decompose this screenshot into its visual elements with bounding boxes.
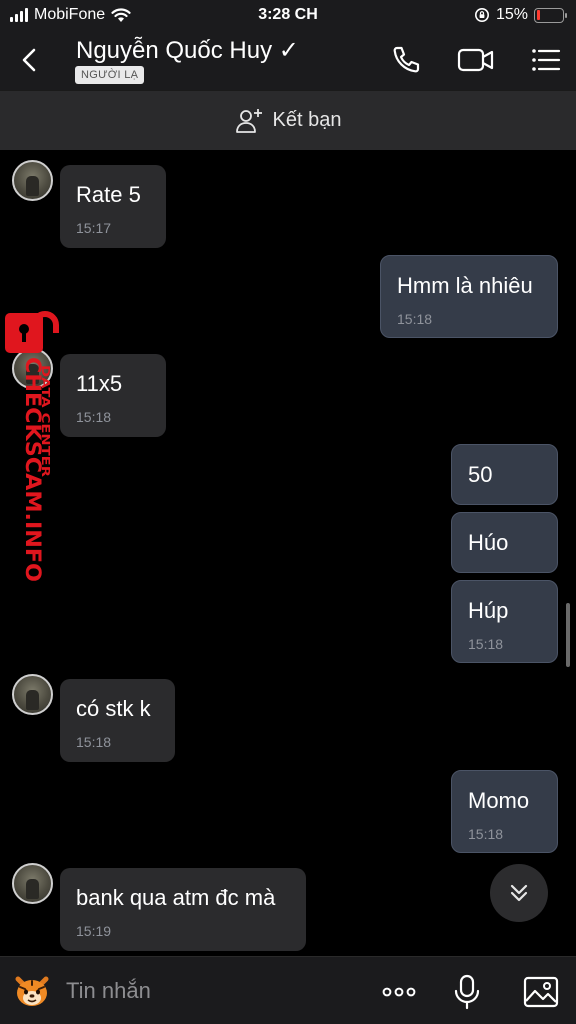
message-text: Hmm là nhiêu bbox=[397, 273, 533, 298]
more-icon[interactable] bbox=[380, 973, 418, 1011]
message-bubble-incoming[interactable]: có stk k 15:18 bbox=[60, 679, 175, 762]
contact-avatar[interactable] bbox=[12, 863, 53, 904]
message-time: 15:19 bbox=[76, 923, 112, 939]
message-bubble-incoming[interactable]: Rate 5 15:17 bbox=[60, 165, 166, 248]
add-friend-icon bbox=[235, 108, 262, 133]
status-right: 15% bbox=[474, 6, 567, 24]
battery-level bbox=[536, 10, 541, 20]
double-chevron-down-icon bbox=[510, 884, 528, 902]
message-bubble-outgoing[interactable]: Húo bbox=[451, 512, 558, 573]
add-friend-button[interactable]: Kết bạn bbox=[0, 90, 576, 150]
contact-avatar[interactable] bbox=[12, 160, 53, 201]
message-time: 15:18 bbox=[468, 636, 504, 652]
back-icon[interactable] bbox=[14, 42, 46, 78]
message-bubble-outgoing[interactable]: Hmm là nhiêu 15:18 bbox=[380, 255, 558, 338]
message-text: Momo bbox=[468, 788, 530, 813]
checkscam-watermark: CHECKSCAM.INFO DATA CENTER bbox=[5, 311, 59, 582]
message-time: 15:17 bbox=[76, 220, 112, 236]
message-text: 11x5 bbox=[76, 371, 123, 396]
message-text: Rate 5 bbox=[76, 182, 141, 207]
status-bar: MobiFone 3:28 CH 15% bbox=[0, 0, 576, 30]
message-input-bar bbox=[0, 956, 576, 1024]
message-bubble-outgoing[interactable]: Húp 15:18 bbox=[451, 580, 558, 663]
message-text: bank qua atm đc mà bbox=[76, 885, 276, 910]
message-time: 15:18 bbox=[76, 734, 112, 750]
scrollbar[interactable] bbox=[566, 603, 570, 667]
message-time: 15:18 bbox=[397, 311, 433, 327]
message-time: 15:18 bbox=[76, 409, 112, 425]
message-bubble-incoming[interactable]: 11x5 15:18 bbox=[60, 354, 166, 437]
sticker-icon[interactable] bbox=[12, 971, 52, 1011]
message-list[interactable]: Rate 5 15:17 Hmm là nhiêu 15:18 11x5 15:… bbox=[0, 150, 576, 956]
add-friend-label: Kết bạn bbox=[272, 109, 342, 131]
menu-icon[interactable] bbox=[528, 42, 564, 78]
message-time: 15:18 bbox=[468, 826, 504, 842]
message-bubble-outgoing[interactable]: Momo 15:18 bbox=[451, 770, 558, 853]
message-text: Húp bbox=[468, 598, 509, 623]
rotation-lock-icon bbox=[474, 8, 489, 22]
message-input[interactable] bbox=[66, 975, 356, 1007]
message-text: Húo bbox=[468, 530, 509, 555]
message-text: có stk k bbox=[76, 696, 151, 721]
video-call-icon[interactable] bbox=[456, 42, 496, 78]
contact-name[interactable]: Nguyễn Quốc Huy ✓ bbox=[76, 36, 299, 65]
battery-percent: 15% bbox=[495, 6, 528, 23]
microphone-icon[interactable] bbox=[448, 973, 486, 1011]
chat-header: Nguyễn Quốc Huy ✓ NGƯỜI LẠ bbox=[0, 30, 576, 90]
phone-icon[interactable] bbox=[388, 42, 424, 78]
battery-icon bbox=[534, 7, 567, 23]
stranger-badge: NGƯỜI LẠ bbox=[75, 66, 145, 84]
message-bubble-incoming[interactable]: bank qua atm đc mà 15:19 bbox=[60, 868, 306, 951]
scroll-down-button[interactable] bbox=[490, 864, 548, 922]
watermark-subtext: DATA CENTER bbox=[39, 365, 52, 478]
message-bubble-outgoing[interactable]: 50 bbox=[451, 444, 558, 505]
image-icon[interactable] bbox=[522, 973, 560, 1011]
contact-avatar[interactable] bbox=[12, 674, 53, 715]
message-text: 50 bbox=[468, 462, 493, 487]
